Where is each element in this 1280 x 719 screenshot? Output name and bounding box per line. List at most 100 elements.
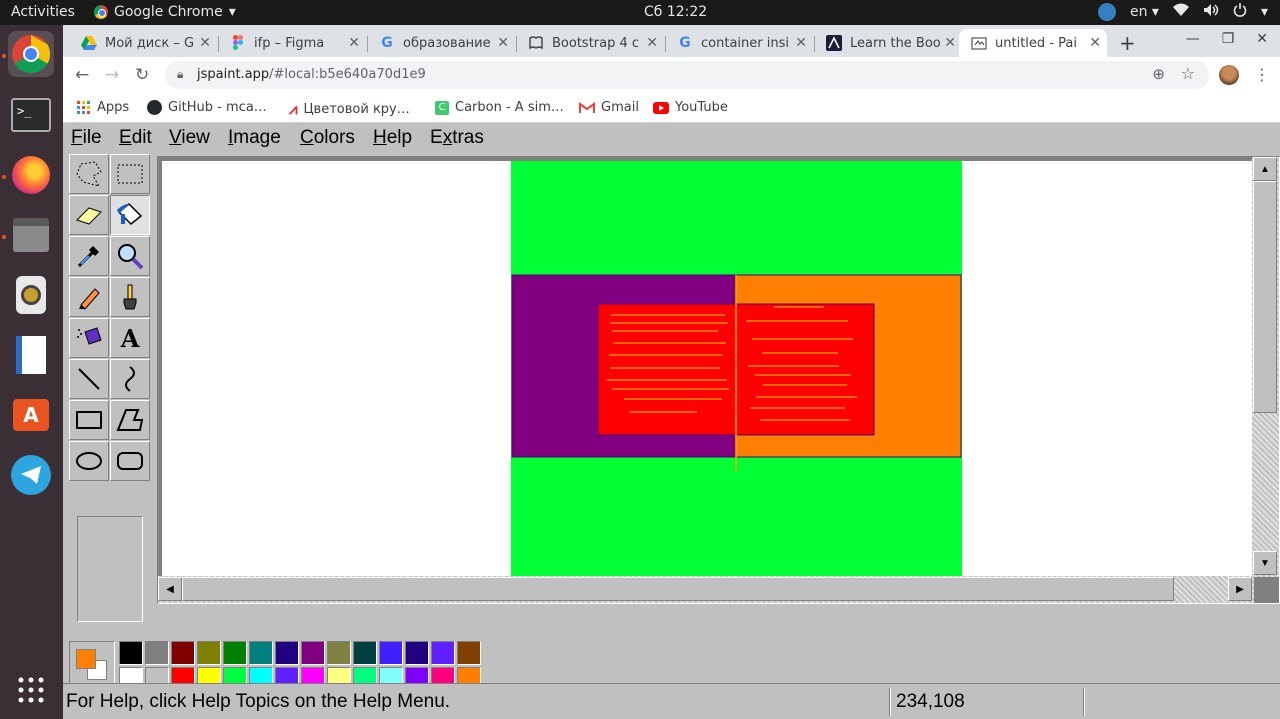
new-tab-button[interactable]: + <box>1119 31 1136 55</box>
tool-magnifier[interactable] <box>110 236 150 276</box>
address-bar[interactable]: 🔒︎ jspaint.app/#local:b5e640a70d1e9 ⊕ ☆ <box>165 61 1209 89</box>
system-tray[interactable]: en ▾ ▾ <box>1097 3 1268 21</box>
palette-swatch[interactable] <box>405 641 429 665</box>
restore-icon[interactable]: ❐ <box>1222 31 1235 47</box>
current-colors[interactable] <box>69 641 115 689</box>
wifi-icon[interactable] <box>1172 3 1189 21</box>
close-icon[interactable]: ✕ <box>795 35 807 51</box>
palette-swatch[interactable] <box>249 641 273 665</box>
menu-view[interactable]: View <box>169 127 210 149</box>
tool-rectangle-select[interactable] <box>110 154 150 194</box>
bookmark-apps[interactable]: Apps <box>77 100 129 115</box>
dock-rhythmbox[interactable] <box>8 272 54 318</box>
tool-rectangle[interactable] <box>69 400 109 440</box>
palette-swatch[interactable] <box>327 641 351 665</box>
palette-swatch[interactable] <box>171 641 195 665</box>
tool-options-panel[interactable] <box>77 516 143 622</box>
bookmark-carbon[interactable]: C Carbon - A sim… <box>435 100 564 115</box>
bookmark-youtube[interactable]: YouTube <box>653 100 728 115</box>
tab-bootstrap[interactable]: Bootstrap 4 c ✕ <box>516 29 664 57</box>
palette-swatch[interactable] <box>145 641 169 665</box>
menu-help[interactable]: Help <box>373 127 412 149</box>
back-icon[interactable]: ← <box>75 65 89 85</box>
close-icon[interactable]: ✕ <box>497 35 509 51</box>
tool-polygon[interactable] <box>110 400 150 440</box>
tool-brush[interactable] <box>110 277 150 317</box>
tool-line[interactable] <box>69 359 109 399</box>
dock-software[interactable]: A <box>8 392 54 438</box>
dock-files[interactable] <box>8 212 54 258</box>
tab-jspaint[interactable]: untitled - Pai ✕ <box>959 29 1107 57</box>
palette-swatch[interactable] <box>301 641 325 665</box>
volume-icon[interactable] <box>1203 3 1219 21</box>
tool-fill[interactable] <box>110 195 150 235</box>
tool-airbrush[interactable] <box>69 318 109 358</box>
drawing-canvas[interactable] <box>162 161 1253 576</box>
tab-figma[interactable]: ifp – Figma ✕ <box>218 29 366 57</box>
menu-colors[interactable]: Colors <box>300 127 355 149</box>
close-icon[interactable]: ✕ <box>199 35 211 51</box>
show-applications[interactable] <box>8 667 54 713</box>
dock-telegram[interactable] <box>8 452 54 498</box>
forward-icon[interactable]: → <box>105 65 119 85</box>
bookmark-gmail[interactable]: Gmail <box>579 100 639 115</box>
tab-google-drive[interactable]: Мой диск – G ✕ <box>69 29 217 57</box>
close-icon[interactable]: ✕ <box>348 35 360 51</box>
foreground-color-swatch[interactable] <box>76 649 96 669</box>
tool-eraser[interactable] <box>69 195 109 235</box>
horizontal-scroll-thumb[interactable] <box>182 577 1174 601</box>
clock[interactable]: Сб 12:22 <box>644 4 707 20</box>
palette-swatch[interactable] <box>379 641 403 665</box>
updates-icon[interactable] <box>1097 3 1116 21</box>
close-icon[interactable]: ✕ <box>1089 35 1101 51</box>
app-menu[interactable]: Google Chrome ▾ <box>94 4 236 20</box>
close-window-icon[interactable]: ✕ <box>1256 31 1268 47</box>
reload-icon[interactable]: ↻ <box>135 65 149 85</box>
chevron-down-icon[interactable]: ▾ <box>1261 4 1268 20</box>
palette-swatch[interactable] <box>275 641 299 665</box>
menu-file[interactable]: File <box>71 127 102 149</box>
tool-ellipse[interactable] <box>69 441 109 481</box>
tool-pencil[interactable] <box>69 277 109 317</box>
palette-swatch[interactable] <box>223 641 247 665</box>
activities-button[interactable]: Activities <box>11 4 75 20</box>
bookmark-github[interactable]: GitHub - mca… <box>147 100 267 115</box>
palette-swatch[interactable] <box>197 641 221 665</box>
menu-image[interactable]: Image <box>228 127 281 149</box>
profile-avatar[interactable] <box>1219 65 1239 85</box>
menu-edit[interactable]: Edit <box>119 127 152 149</box>
more-menu-icon[interactable]: ⋮ <box>1254 65 1270 84</box>
menu-extras[interactable]: Extras <box>430 127 484 149</box>
vertical-scroll-thumb[interactable] <box>1253 181 1277 413</box>
palette-swatch[interactable] <box>119 641 143 665</box>
palette-swatch[interactable] <box>457 641 481 665</box>
close-icon[interactable]: ✕ <box>944 35 956 51</box>
tab-google-search-container[interactable]: G container insi ✕ <box>665 29 813 57</box>
tool-free-form-select[interactable] <box>69 154 109 194</box>
keyboard-layout[interactable]: en ▾ <box>1130 4 1159 20</box>
scroll-up-button[interactable]: ▲ <box>1253 157 1277 181</box>
dock-writer[interactable] <box>8 332 54 378</box>
palette-swatch[interactable] <box>431 641 455 665</box>
horizontal-scrollbar[interactable]: ◀ ▶ <box>158 576 1254 603</box>
tab-google-search-education[interactable]: G образование ✕ <box>367 29 515 57</box>
bookmark-color-wheel[interactable]: ⩘ Цветовой кру… <box>289 100 410 118</box>
scroll-right-button[interactable]: ▶ <box>1228 577 1252 601</box>
close-icon[interactable]: ✕ <box>646 35 658 51</box>
dock-chrome[interactable] <box>8 31 54 77</box>
bookmark-star-icon[interactable]: ☆ <box>1181 64 1195 83</box>
tool-curve[interactable] <box>110 359 150 399</box>
dock-terminal[interactable]: >_ <box>8 92 54 138</box>
zoom-icon[interactable]: ⊕ <box>1152 65 1165 83</box>
lock-icon[interactable]: 🔒︎ <box>177 67 183 82</box>
tool-text[interactable]: A <box>110 318 150 358</box>
tool-rounded-rectangle[interactable] <box>110 441 150 481</box>
tab-learn[interactable]: Learn the Boo ✕ <box>814 29 962 57</box>
minimize-icon[interactable]: — <box>1186 31 1200 47</box>
scroll-down-button[interactable]: ▼ <box>1253 551 1277 575</box>
vertical-scrollbar[interactable]: ▲ ▼ <box>1252 157 1279 577</box>
palette-swatch[interactable] <box>353 641 377 665</box>
scroll-left-button[interactable]: ◀ <box>158 577 182 601</box>
power-icon[interactable] <box>1233 3 1247 21</box>
dock-firefox[interactable] <box>8 152 54 198</box>
